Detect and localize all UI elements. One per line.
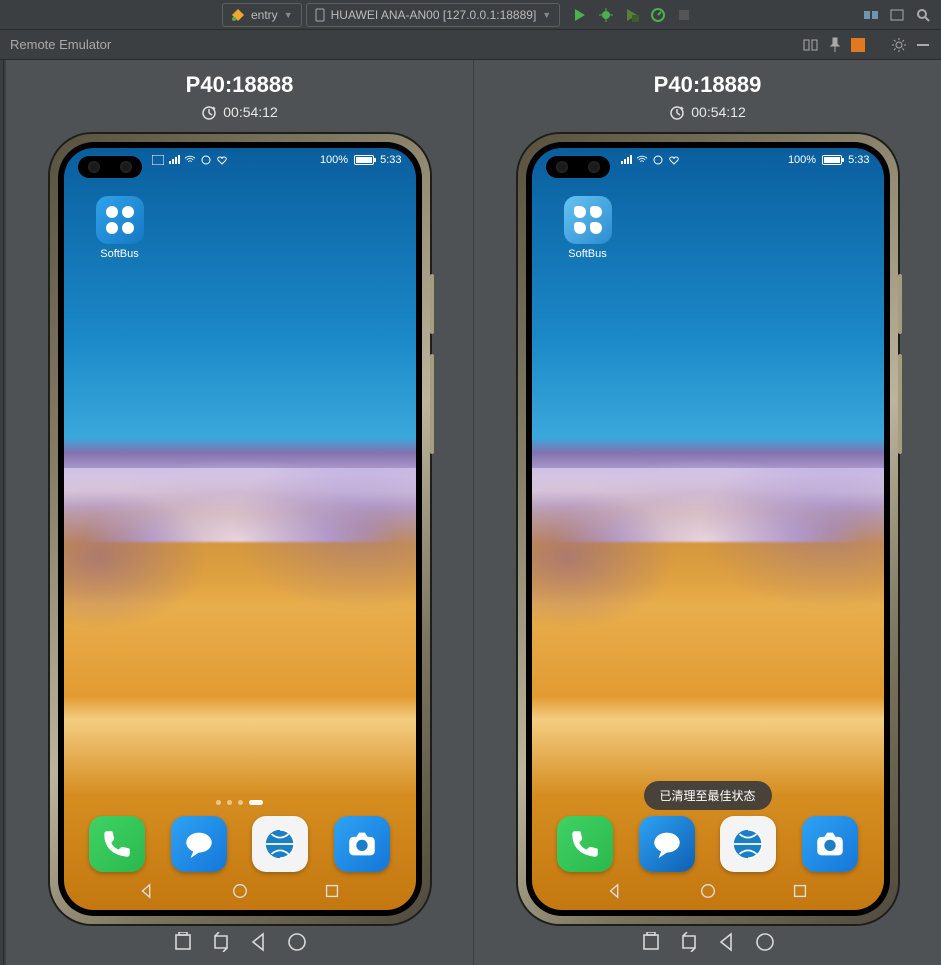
device-label: HUAWEI ANA-AN00 [127.0.0.1:18889]: [331, 8, 537, 22]
emulator-area: P40:18888 00:54:12: [6, 60, 941, 965]
phone-frame: 100% 5:33 SoftBus: [50, 134, 430, 924]
ctrl-home[interactable]: [287, 932, 307, 952]
battery-icon: [822, 155, 842, 165]
minimize-icon[interactable]: [915, 37, 931, 53]
page-indicator: [64, 800, 416, 805]
phone-screen[interactable]: 100% 5:33 SoftBus 已清理至最佳状态: [532, 148, 884, 910]
timer-value: 00:54:12: [223, 104, 278, 120]
nav-home[interactable]: [699, 882, 717, 900]
emulator-timer: 00:54:12: [669, 104, 746, 120]
record-indicator: [851, 38, 865, 52]
sync-icon[interactable]: [863, 7, 879, 23]
emulator-col-0: P40:18888 00:54:12: [6, 60, 474, 965]
tool-window-bar: Remote Emulator: [0, 30, 941, 60]
tool-window-title: Remote Emulator: [10, 37, 111, 52]
left-gutter: [0, 60, 4, 965]
device-selector[interactable]: HUAWEI ANA-AN00 [127.0.0.1:18889] ▼: [306, 3, 561, 27]
gear-icon[interactable]: [891, 37, 907, 53]
stop-button: [676, 7, 692, 23]
app-icon-graphic: [96, 196, 144, 244]
main-toolbar: entry ▼ HUAWEI ANA-AN00 [127.0.0.1:18889…: [0, 0, 941, 30]
nav-bar: [64, 878, 416, 904]
search-icon[interactable]: [915, 7, 931, 23]
emulator-title: P40:18888: [186, 72, 294, 98]
nav-recent[interactable]: [323, 882, 341, 900]
battery-pct: 100%: [320, 154, 348, 166]
power-button[interactable]: [430, 354, 434, 454]
signal-icon: [620, 155, 632, 165]
phone-screen[interactable]: 100% 5:33 SoftBus: [64, 148, 416, 910]
status-time: 5:33: [848, 154, 869, 166]
dock-browser[interactable]: [720, 816, 776, 872]
toast-message: 已清理至最佳状态: [643, 781, 771, 810]
clock-icon: [669, 104, 685, 120]
heart-icon: [668, 155, 680, 165]
run-button[interactable]: [572, 7, 588, 23]
signal-icon: [168, 155, 180, 165]
heart-icon: [216, 155, 228, 165]
nfc-icon: [200, 155, 212, 165]
status-bar: 100% 5:33: [64, 148, 416, 172]
app-label: SoftBus: [558, 248, 618, 260]
wifi-icon: [184, 155, 196, 165]
emulator-timer: 00:54:12: [201, 104, 278, 120]
profile-button[interactable]: [650, 7, 666, 23]
status-time: 5:33: [380, 154, 401, 166]
ctrl-screenshot[interactable]: [173, 932, 193, 952]
wifi-icon: [636, 155, 648, 165]
run-config-label: entry: [251, 8, 278, 22]
volume-button[interactable]: [898, 274, 902, 334]
device-icon: [315, 8, 325, 22]
dock-phone[interactable]: [89, 816, 145, 872]
app-softbus[interactable]: SoftBus: [558, 196, 618, 260]
dock: [532, 816, 884, 872]
run-config-selector[interactable]: entry ▼: [222, 3, 302, 27]
ctrl-screenshot[interactable]: [641, 932, 661, 952]
emulator-col-1: P40:18889 00:54:12: [474, 60, 941, 965]
dock-browser[interactable]: [252, 816, 308, 872]
ctrl-back[interactable]: [249, 932, 269, 952]
coverage-button[interactable]: [624, 7, 640, 23]
nav-back[interactable]: [138, 882, 156, 900]
status-bar: 100% 5:33: [532, 148, 884, 172]
run-actions: [572, 7, 692, 23]
dock-camera[interactable]: [802, 816, 858, 872]
chevron-down-icon: ▼: [284, 10, 293, 20]
battery-icon: [354, 155, 374, 165]
emulator-controls: [641, 932, 775, 952]
ctrl-rotate[interactable]: [211, 932, 231, 952]
nfc-icon: [652, 155, 664, 165]
ctrl-back[interactable]: [717, 932, 737, 952]
dock-phone[interactable]: [557, 816, 613, 872]
hd-icon: [152, 155, 164, 165]
split-icon[interactable]: [803, 37, 819, 53]
window-icon[interactable]: [889, 7, 905, 23]
phone-frame: 100% 5:33 SoftBus 已清理至最佳状态: [518, 134, 898, 924]
right-tool-icons: [863, 7, 937, 23]
nav-back[interactable]: [606, 882, 624, 900]
debug-button[interactable]: [598, 7, 614, 23]
dock: [64, 816, 416, 872]
ctrl-rotate[interactable]: [679, 932, 699, 952]
emulator-title: P40:18889: [654, 72, 762, 98]
app-icon-graphic: [564, 196, 612, 244]
nav-recent[interactable]: [791, 882, 809, 900]
timer-value: 00:54:12: [691, 104, 746, 120]
module-icon: [231, 8, 245, 22]
power-button[interactable]: [898, 354, 902, 454]
ctrl-home[interactable]: [755, 932, 775, 952]
chevron-down-icon: ▼: [542, 10, 551, 20]
dock-messages[interactable]: [171, 816, 227, 872]
battery-pct: 100%: [788, 154, 816, 166]
volume-button[interactable]: [430, 274, 434, 334]
dock-messages[interactable]: [639, 816, 695, 872]
emulator-controls: [173, 932, 307, 952]
app-softbus[interactable]: SoftBus: [90, 196, 150, 260]
clock-icon: [201, 104, 217, 120]
nav-home[interactable]: [231, 882, 249, 900]
pin-icon[interactable]: [827, 37, 843, 53]
dock-camera[interactable]: [334, 816, 390, 872]
app-label: SoftBus: [90, 248, 150, 260]
nav-bar: [532, 878, 884, 904]
